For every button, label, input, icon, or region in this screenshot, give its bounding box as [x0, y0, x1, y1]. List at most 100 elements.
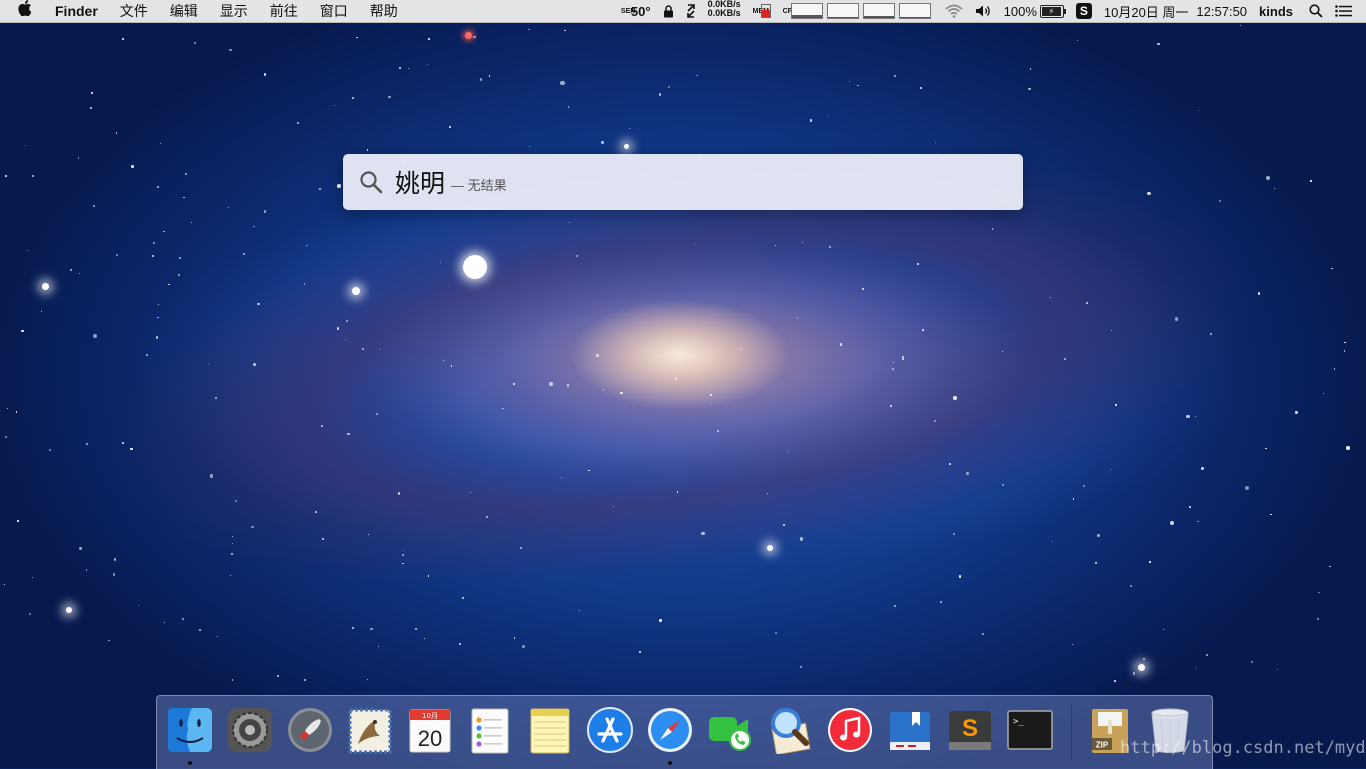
- star: [892, 368, 894, 370]
- star: [1110, 468, 1112, 471]
- clock[interactable]: 10月20日 周一 12:57:50: [1098, 0, 1253, 22]
- star: [716, 429, 719, 432]
- mail-icon[interactable]: [345, 704, 395, 756]
- star: [966, 472, 970, 475]
- star: [1244, 486, 1249, 491]
- star: [1085, 302, 1088, 305]
- calendar-icon[interactable]: 10月 20: [405, 704, 455, 756]
- star: [1082, 484, 1085, 487]
- sublime-letter: S: [962, 715, 978, 742]
- star: [1114, 404, 1117, 407]
- itunes-icon[interactable]: [825, 704, 875, 756]
- star: [214, 396, 217, 399]
- wifi-icon[interactable]: [939, 0, 969, 22]
- star: [442, 359, 444, 362]
- star: [1001, 483, 1004, 486]
- spotlight-query-text[interactable]: 姚明: [395, 164, 445, 200]
- dictionary-icon[interactable]: [885, 704, 935, 756]
- battery-status[interactable]: 100% ⚡: [998, 0, 1070, 22]
- star: [796, 317, 799, 319]
- star: [894, 605, 896, 607]
- memory-status[interactable]: MEM: [747, 0, 777, 22]
- star: [473, 36, 476, 39]
- dock: 10月 20 S >_ ZIP: [156, 695, 1213, 769]
- star: [184, 172, 187, 175]
- star: [659, 619, 662, 622]
- network-arrows-icon[interactable]: [680, 0, 702, 22]
- menu-edit[interactable]: 编辑: [159, 0, 209, 22]
- star: [131, 165, 134, 168]
- star: [1189, 506, 1191, 508]
- star: [612, 506, 614, 508]
- star: [5, 436, 7, 438]
- star: [953, 396, 957, 400]
- star: [181, 617, 184, 620]
- notes-icon[interactable]: [525, 704, 575, 756]
- user-name[interactable]: kinds: [1253, 0, 1299, 22]
- star: [92, 205, 95, 208]
- star: [933, 419, 936, 422]
- cpu-status[interactable]: CPU: [777, 0, 939, 22]
- star: [675, 378, 677, 380]
- star: [560, 81, 565, 86]
- star: [1257, 292, 1260, 295]
- star: [701, 531, 705, 536]
- notification-center-icon[interactable]: [1329, 0, 1366, 22]
- star: [1310, 180, 1312, 182]
- star: [178, 274, 180, 276]
- star: [1051, 540, 1053, 543]
- lock-icon[interactable]: [657, 0, 680, 22]
- star: [1095, 562, 1097, 564]
- safari-icon[interactable]: [645, 704, 695, 765]
- net-download-speed: 0.0KB/s: [707, 8, 741, 18]
- apple-menu-icon[interactable]: [0, 0, 44, 22]
- star: [112, 573, 116, 576]
- star: [1162, 628, 1164, 630]
- sogou-input-icon[interactable]: S: [1070, 0, 1098, 22]
- app-store-icon[interactable]: [585, 704, 635, 756]
- launchpad-icon[interactable]: [285, 704, 335, 756]
- menu-help[interactable]: 帮助: [359, 0, 409, 22]
- terminal-icon[interactable]: >_: [1005, 704, 1055, 756]
- sublime-text-icon[interactable]: S: [945, 704, 995, 756]
- star: [40, 310, 42, 312]
- star: [234, 499, 237, 502]
- star: [352, 627, 354, 629]
- temperature-sensor-label: SEN: [620, 7, 636, 15]
- star: [388, 95, 391, 99]
- network-speed[interactable]: 0.0KB/s 0.0KB/s: [702, 0, 747, 22]
- star: [1186, 414, 1190, 419]
- star: [953, 533, 955, 535]
- star: [575, 255, 578, 258]
- star: [90, 107, 93, 109]
- dock-separator: [1071, 704, 1072, 760]
- spotlight-no-results: — 无结果: [451, 177, 507, 193]
- menu-app-name[interactable]: Finder: [44, 0, 109, 22]
- spotlight-search-icon[interactable]: [1303, 0, 1329, 22]
- facetime-icon[interactable]: [705, 704, 755, 756]
- star: [229, 48, 232, 52]
- star: [370, 627, 373, 630]
- safari-running-indicator: [668, 761, 672, 765]
- star: [113, 558, 117, 561]
- memory-label: MEM: [753, 8, 769, 15]
- temperature-status[interactable]: SEN 50°: [615, 0, 657, 22]
- star: [303, 283, 306, 285]
- spotlight-search-bar[interactable]: 姚明 — 无结果: [343, 154, 1023, 210]
- cpu-graph-4: [898, 3, 931, 19]
- menu-file[interactable]: 文件: [109, 0, 159, 22]
- volume-icon[interactable]: [969, 0, 998, 22]
- star: [889, 404, 892, 407]
- star: [399, 66, 402, 69]
- menu-window[interactable]: 窗口: [309, 0, 359, 22]
- menu-go[interactable]: 前往: [259, 0, 309, 22]
- menu-bar: Finder 文件 编辑 显示 前往 窗口 帮助 SEN 50° 0.0KB/s…: [0, 0, 1366, 23]
- star: [1333, 368, 1335, 370]
- finder-icon[interactable]: [165, 704, 215, 765]
- star: [1114, 680, 1116, 682]
- menu-view[interactable]: 显示: [209, 0, 259, 22]
- star: [620, 391, 623, 395]
- preview-icon[interactable]: [765, 704, 815, 756]
- reminders-icon[interactable]: [465, 704, 515, 756]
- system-preferences-icon[interactable]: [225, 704, 275, 756]
